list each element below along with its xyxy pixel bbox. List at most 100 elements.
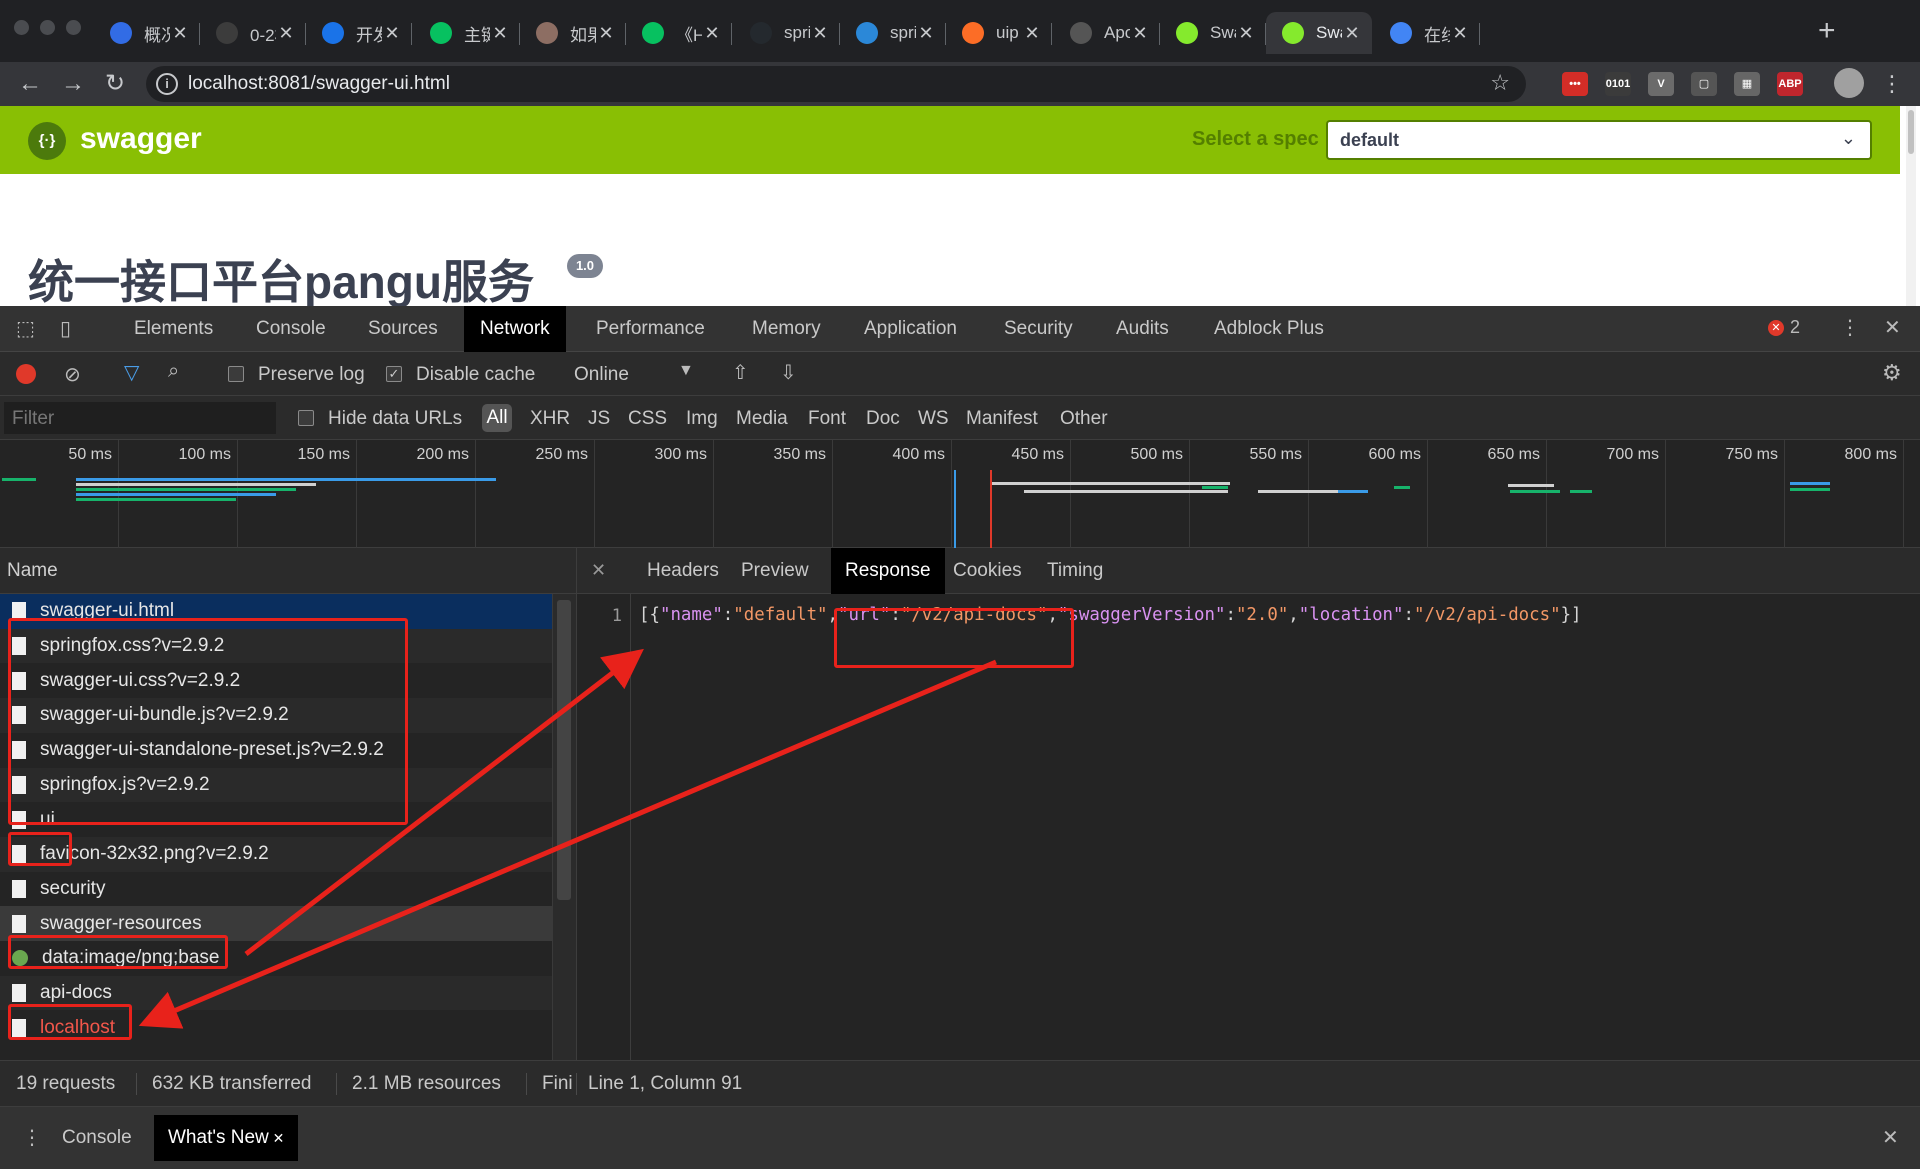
request-list-scroll-thumb[interactable] <box>557 600 571 900</box>
browser-tab[interactable]: 《Hell✕ <box>626 12 732 54</box>
devtools-tab-adblock-plus[interactable]: Adblock Plus <box>1198 306 1340 352</box>
back-arrow-icon[interactable]: ← <box>12 66 48 102</box>
browser-tab[interactable]: Apollo✕ <box>1054 12 1160 54</box>
disable-cache-checkbox[interactable]: ✓ <box>386 366 402 382</box>
close-detail-icon[interactable]: ✕ <box>591 560 606 581</box>
tab-close-icon[interactable]: ✕ <box>490 23 510 44</box>
response-body[interactable]: [{"name":"default","url":"/v2/api-docs",… <box>639 605 1582 625</box>
browser-tab[interactable]: 主键,✕ <box>414 12 520 54</box>
browser-tab[interactable]: 开发者✕ <box>306 12 412 54</box>
detail-tab-response[interactable]: Response <box>831 548 945 594</box>
tab-close-icon[interactable]: ✕ <box>170 23 190 44</box>
type-filter-other[interactable]: Other <box>1060 408 1108 430</box>
devtools-tab-audits[interactable]: Audits <box>1100 306 1185 352</box>
devtools-tab-security[interactable]: Security <box>988 306 1089 352</box>
network-settings-gear-icon[interactable]: ⚙ <box>1882 360 1902 386</box>
export-har-icon[interactable]: ⇩ <box>780 360 797 385</box>
filter-funnel-icon[interactable]: ▽ <box>124 360 139 385</box>
window-zoom-button[interactable] <box>66 20 81 35</box>
request-row[interactable]: security <box>0 872 552 907</box>
window-close-button[interactable] <box>14 20 29 35</box>
network-overview-timeline[interactable]: 50 ms 100 ms 150 ms 200 ms 250 ms 300 ms 350 m… <box>0 440 1920 548</box>
site-info-icon[interactable]: i <box>156 73 178 95</box>
reader-icon[interactable]: ▢ <box>1691 72 1717 96</box>
page-scrollbar[interactable] <box>1906 106 1916 306</box>
type-filter-font[interactable]: Font <box>808 408 846 430</box>
url-text[interactable]: localhost:8081/swagger-ui.html <box>188 73 450 95</box>
page-scroll-thumb[interactable] <box>1908 110 1914 154</box>
tab-close-icon[interactable]: ✕ <box>916 23 936 44</box>
throttling-dropdown-icon[interactable]: ▼ <box>678 362 694 380</box>
translate-icon[interactable]: ▦ <box>1734 72 1760 96</box>
type-filter-all[interactable]: All <box>482 404 512 432</box>
detail-tab-headers[interactable]: Headers <box>633 548 733 594</box>
tab-close-icon[interactable]: ✕ <box>702 23 722 44</box>
drawer-menu-icon[interactable]: ⋮ <box>22 1125 42 1150</box>
devtools-close-icon[interactable]: ✕ <box>1884 315 1901 340</box>
devtools-tab-network[interactable]: Network <box>464 306 566 352</box>
browser-tab[interactable]: 在线J✕ <box>1374 12 1480 54</box>
type-filter-xhr[interactable]: XHR <box>530 408 570 430</box>
type-filter-ws[interactable]: WS <box>918 408 949 430</box>
tab-close-icon[interactable]: ✕ <box>1022 23 1042 44</box>
clear-icon[interactable]: ⊘ <box>64 362 81 387</box>
tab-close-icon[interactable]: ✕ <box>1342 23 1362 44</box>
spec-select[interactable]: default ⌄ <box>1326 120 1872 160</box>
type-filter-css[interactable]: CSS <box>628 408 667 430</box>
record-button[interactable] <box>16 364 36 384</box>
devtools-tab-sources[interactable]: Sources <box>352 306 454 352</box>
drawer-tab-what-s-new[interactable]: What's New ✕ <box>154 1115 299 1161</box>
binary-icon[interactable]: 0101 <box>1605 72 1631 96</box>
type-filter-doc[interactable]: Doc <box>866 408 900 430</box>
type-filter-manifest[interactable]: Manifest <box>966 408 1038 430</box>
browser-tab[interactable]: spring✕ <box>734 12 840 54</box>
reload-icon[interactable]: ↻ <box>97 66 133 102</box>
bookmark-star-icon[interactable]: ☆ <box>1490 70 1510 96</box>
type-filter-js[interactable]: JS <box>588 408 610 430</box>
browser-tab[interactable]: 0-2机✕ <box>200 12 306 54</box>
devtools-tab-application[interactable]: Application <box>848 306 973 352</box>
devtools-tab-elements[interactable]: Elements <box>118 306 229 352</box>
tab-close-icon[interactable]: ✕ <box>1450 23 1470 44</box>
filter-input[interactable]: Filter <box>4 402 276 434</box>
detail-tab-cookies[interactable]: Cookies <box>939 548 1036 594</box>
tab-close-icon[interactable]: ✕ <box>1130 23 1150 44</box>
throttling-select[interactable]: Online <box>574 364 629 386</box>
browser-tab[interactable]: Swagg✕ <box>1160 12 1266 54</box>
tab-close-icon[interactable]: ✕ <box>382 23 402 44</box>
device-toolbar-icon[interactable]: ▯ <box>60 316 71 341</box>
import-har-icon[interactable]: ⇧ <box>732 360 749 385</box>
lastpass-icon[interactable]: ••• <box>1562 72 1588 96</box>
tab-close-icon[interactable]: ✕ <box>1236 23 1256 44</box>
new-tab-button[interactable]: + <box>1818 14 1836 48</box>
forward-arrow-icon[interactable]: → <box>55 66 91 102</box>
vue-icon[interactable]: V <box>1648 72 1674 96</box>
tab-close-icon[interactable]: ✕ <box>810 23 830 44</box>
devtools-menu-icon[interactable]: ⋮ <box>1840 315 1860 340</box>
adblock-icon[interactable]: ABP <box>1777 72 1803 96</box>
search-icon[interactable]: ⌕ <box>168 360 179 383</box>
tab-close-icon[interactable]: ✕ <box>276 23 296 44</box>
browser-menu-icon[interactable]: ⋮ <box>1874 66 1910 102</box>
inspect-element-icon[interactable]: ⬚ <box>16 316 35 341</box>
address-bar[interactable]: i localhost:8081/swagger-ui.html ☆ <box>146 66 1526 102</box>
preserve-log-checkbox[interactable] <box>228 366 244 382</box>
drawer-close-icon[interactable]: ✕ <box>1882 1125 1899 1150</box>
swagger-logo-icon[interactable]: {·} <box>28 122 66 160</box>
type-filter-img[interactable]: Img <box>686 408 718 430</box>
detail-tab-preview[interactable]: Preview <box>727 548 823 594</box>
browser-tab[interactable]: spring✕ <box>840 12 946 54</box>
browser-tab[interactable]: Swagg✕ <box>1266 12 1372 54</box>
window-minimize-button[interactable] <box>40 20 55 35</box>
devtools-tab-console[interactable]: Console <box>240 306 342 352</box>
hide-data-urls-checkbox[interactable] <box>298 410 314 426</box>
devtools-tab-memory[interactable]: Memory <box>736 306 837 352</box>
devtools-tab-performance[interactable]: Performance <box>580 306 721 352</box>
error-count[interactable]: 2 <box>1790 317 1800 338</box>
detail-tab-timing[interactable]: Timing <box>1033 548 1117 594</box>
browser-tab[interactable]: 如果我✕ <box>520 12 626 54</box>
drawer-tab-close-icon[interactable]: ✕ <box>269 1130 285 1146</box>
request-row[interactable]: favicon-32x32.png?v=2.9.2 <box>0 836 552 872</box>
profile-avatar[interactable] <box>1834 68 1864 98</box>
browser-tab[interactable]: 概况 -✕ <box>94 12 200 54</box>
